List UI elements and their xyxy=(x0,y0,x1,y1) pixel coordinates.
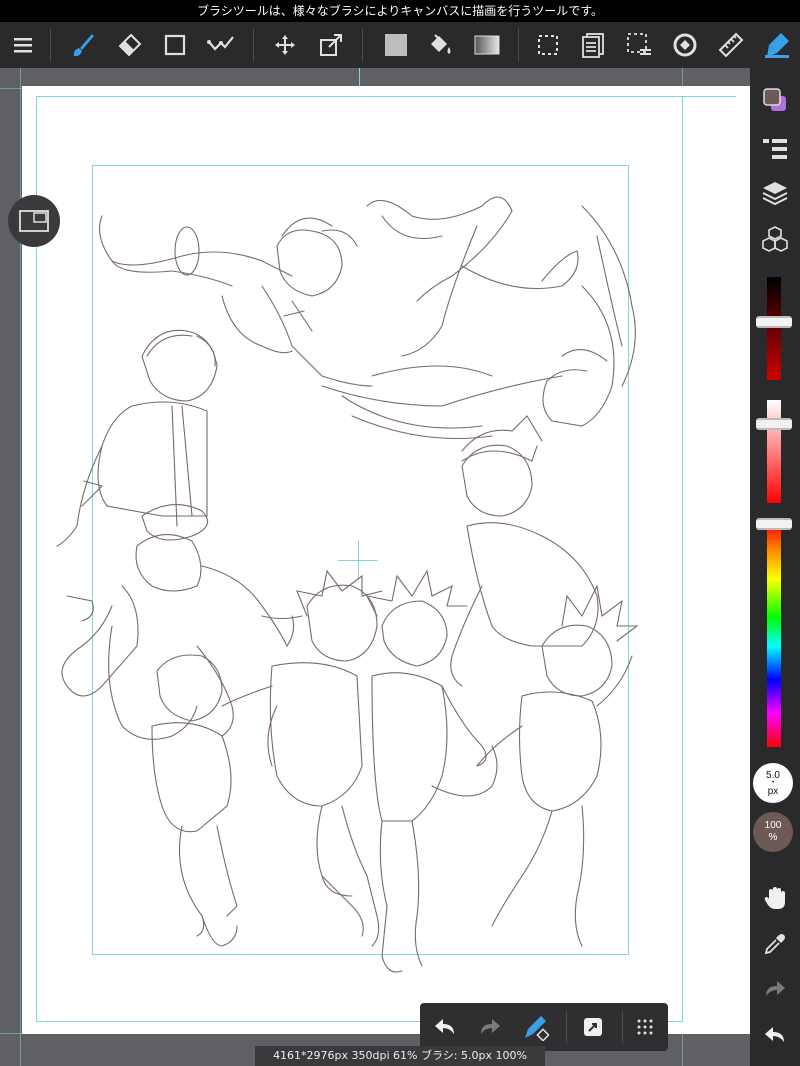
color-swatches[interactable] xyxy=(759,84,791,116)
brush-icon[interactable] xyxy=(68,30,98,60)
brush-size-unit: px xyxy=(767,786,779,797)
navigator-button[interactable] xyxy=(8,195,60,247)
hue-slider[interactable] xyxy=(767,523,781,747)
right-panel xyxy=(750,68,800,1066)
top-toolbar xyxy=(0,22,800,68)
grid-icon[interactable] xyxy=(630,1012,660,1042)
opacity-unit: % xyxy=(768,832,778,843)
snap-circle-icon[interactable] xyxy=(670,30,700,60)
status-message: ブラシツールは、様々なブラシによりキャンバスに描画を行うツールです。 xyxy=(0,0,800,22)
hand-icon[interactable] xyxy=(759,882,791,914)
canvas-info-bar: 4161*2976px 350dpi 61% ブラシ: 5.0px 100% xyxy=(255,1046,545,1066)
brush-dropper-icon[interactable] xyxy=(520,1012,550,1042)
quick-access-bar xyxy=(420,1003,668,1051)
brightness-slider[interactable] xyxy=(767,277,781,380)
window-icon xyxy=(19,210,49,232)
paint-bucket-icon[interactable] xyxy=(425,30,455,60)
dashed-select-icon[interactable] xyxy=(533,30,563,60)
hamburger-icon[interactable] xyxy=(8,30,38,60)
gray-square-icon[interactable] xyxy=(381,30,411,60)
redo-icon[interactable] xyxy=(475,1012,505,1042)
brush-opacity-indicator[interactable]: 100 % xyxy=(753,812,793,852)
share-icon[interactable] xyxy=(578,1012,608,1042)
check-curve-icon[interactable] xyxy=(206,30,236,60)
saturation-slider[interactable] xyxy=(767,400,781,503)
materials-cube-icon[interactable] xyxy=(759,223,791,255)
gradient-icon[interactable] xyxy=(472,30,502,60)
app: ブラシツールは、様々なブラシによりキャンバスに描画を行うツールです。 5.0 •… xyxy=(0,0,800,1066)
canvas-area[interactable] xyxy=(0,68,750,1066)
brightness-slider-handle[interactable] xyxy=(756,316,792,328)
redo-icon[interactable] xyxy=(759,973,791,1005)
transform-icon[interactable] xyxy=(316,30,346,60)
layer-list-icon[interactable] xyxy=(759,132,791,164)
brush-size-indicator[interactable]: 5.0 • px xyxy=(753,763,793,803)
move-arrows-icon[interactable] xyxy=(270,30,300,60)
hue-slider-handle[interactable] xyxy=(756,518,792,530)
eyedropper-icon[interactable] xyxy=(759,928,791,960)
stack-list-icon[interactable] xyxy=(578,30,608,60)
line-art-illustration xyxy=(56,196,639,973)
undo-icon[interactable] xyxy=(430,1012,460,1042)
saturation-slider-handle[interactable] xyxy=(756,418,792,430)
square-outline-icon[interactable] xyxy=(160,30,190,60)
pen-tip-icon[interactable] xyxy=(762,30,792,60)
select-list-icon[interactable] xyxy=(624,30,654,60)
layers-icon[interactable] xyxy=(759,177,791,209)
undo-icon[interactable] xyxy=(759,1019,791,1051)
canvas-paper[interactable] xyxy=(22,86,750,1034)
opacity-value: 100 xyxy=(764,820,782,831)
eraser-icon[interactable] xyxy=(114,30,144,60)
ruler-icon[interactable] xyxy=(716,30,746,60)
